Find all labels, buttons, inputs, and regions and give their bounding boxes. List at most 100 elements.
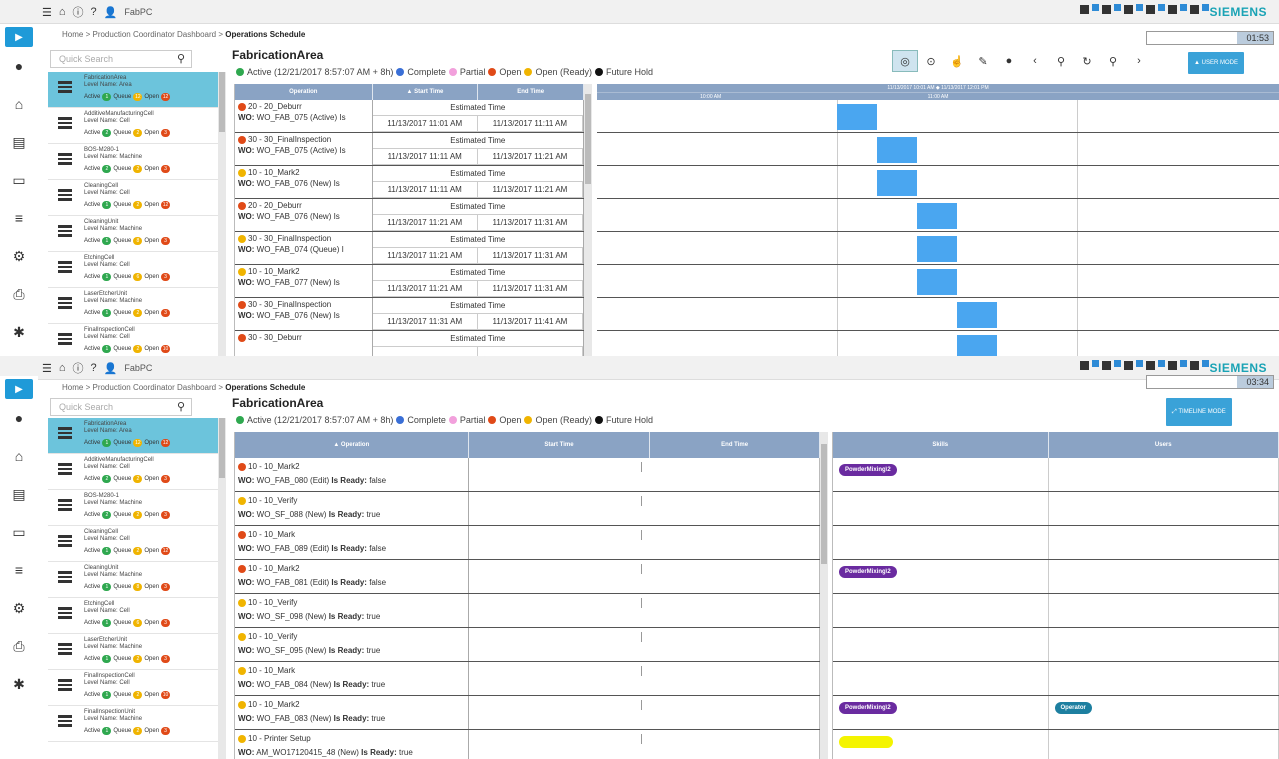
zoom-in-icon[interactable]: ⚲ [1048, 50, 1074, 72]
menu-icon[interactable]: ☰ [42, 6, 52, 19]
table-row[interactable]: 10 - 10_Mark2 WO: WO_FAB_080 (Edit) Is Re… [235, 458, 820, 492]
grid-scrollbar[interactable] [584, 84, 592, 356]
machine-list-item[interactable]: EtchingCell Level Name: Cell Active 1 Queu… [48, 252, 218, 288]
info-nav-icon[interactable]: ● [0, 47, 38, 85]
prev-icon[interactable]: ‹ [1022, 50, 1048, 72]
refresh-icon[interactable]: ↻ [1074, 50, 1100, 72]
table-row[interactable]: 10 - Printer Setup WO: AM_WO17120415_48 (… [235, 730, 820, 759]
zoom-out-icon[interactable]: ⚲ [1100, 50, 1126, 72]
info-icon[interactable]: ⓘ [73, 4, 84, 20]
machine-list-item[interactable]: CleaningCell Level Name: Cell Active 1 Que… [48, 526, 218, 562]
skill-badge[interactable]: PowderMixing\2 [839, 464, 897, 476]
table-row[interactable]: 20 - 20_Deburr WO: WO_FAB_076 (New) Is Est… [235, 199, 584, 232]
machine-list-item[interactable]: BOS-M280-1 Level Name: Machine Active 2 Qu… [48, 490, 218, 526]
menu-icon[interactable]: ☰ [42, 362, 52, 375]
skill-badge[interactable]: SlicePrinting\2 [839, 736, 893, 748]
pencil-tool-icon[interactable]: ✎ [970, 50, 996, 72]
machine-list-item[interactable]: CleaningUnit Level Name: Machine Active 1 … [48, 562, 218, 598]
gantt-bar[interactable] [957, 302, 997, 328]
table-row[interactable]: 10 - 10_Verify WO: WO_SF_098 (New) Is Rea… [235, 594, 820, 628]
table-row[interactable]: 20 - 20_Deburr WO: WO_FAB_075 (Active) Is… [235, 100, 584, 133]
table-row[interactable]: 10 - 10_Mark2 WO: WO_FAB_083 (New) Is Rea… [235, 696, 820, 730]
col-end[interactable]: End Time [478, 84, 584, 100]
grid-scrollbar[interactable] [820, 432, 828, 759]
table-row[interactable]: 10 - 10_Mark2 WO: WO_FAB_081 (Edit) Is Re… [235, 560, 820, 594]
table-row[interactable]: 30 - 30_Deburr Estimated Time [235, 331, 584, 356]
col-operation[interactable]: Operation [235, 84, 373, 100]
machine-list-item[interactable]: EtchingCell Level Name: Cell Active 1 Queu… [48, 598, 218, 634]
book-nav-icon[interactable]: ▤ [0, 123, 38, 161]
home-icon[interactable]: ⌂ [59, 6, 66, 18]
breadcrumb-home[interactable]: Home [62, 30, 83, 39]
machine-list-item[interactable]: AdditiveManufacturingCell Level Name: Cel… [48, 454, 218, 490]
table-row[interactable]: 10 - 10_Mark2 WO: WO_FAB_077 (New) Is Esti… [235, 265, 584, 298]
col-operation[interactable]: ▲ Operation [235, 432, 469, 458]
gantt-bar[interactable] [877, 170, 917, 196]
gantt-bar[interactable] [917, 269, 957, 295]
help-icon[interactable]: ? [91, 6, 97, 18]
target-tool-icon[interactable]: ⊙ [918, 50, 944, 72]
expand-nav-button[interactable]: ▶ [5, 379, 33, 399]
gears-nav-icon[interactable]: ⚙ [0, 237, 38, 275]
breadcrumb-dashboard[interactable]: Production Coordinator Dashboard [92, 383, 216, 392]
table-row[interactable]: 30 - 30_FinalInspection WO: WO_FAB_074 (Q… [235, 232, 584, 265]
machine-list-scrollbar[interactable] [218, 72, 226, 356]
dot-tool-icon[interactable]: ● [996, 50, 1022, 72]
search-icon[interactable]: ⚲ [177, 52, 185, 65]
machine-list-item[interactable]: LaserEtcherUnit Level Name: Machine Active… [48, 288, 218, 324]
machine-list-item[interactable]: CleaningUnit Level Name: Machine Active 1 … [48, 216, 218, 252]
table-row[interactable]: 10 - 10_Mark2 WO: WO_FAB_076 (New) Is Esti… [235, 166, 584, 199]
table-row[interactable]: 10 - 10_Verify WO: WO_SF_095 (New) Is Rea… [235, 628, 820, 662]
machine-list-item[interactable]: FinalInspectionCell Level Name: Cell Activ… [48, 324, 218, 356]
machine-list-scrollbar[interactable] [218, 418, 226, 759]
machine-list-item[interactable]: AdditiveManufacturingCell Level Name: Cel… [48, 108, 218, 144]
machine-list-item[interactable]: BOS-M280-1 Level Name: Machine Active 2 Qu… [48, 144, 218, 180]
gantt-bar[interactable] [917, 203, 957, 229]
info-icon[interactable]: ⓘ [73, 360, 84, 376]
monitor-nav-icon[interactable]: ▭ [0, 161, 38, 199]
search-input[interactable]: Quick Search ⚲ [50, 50, 192, 68]
breadcrumb-dashboard[interactable]: Production Coordinator Dashboard [92, 30, 216, 39]
gantt-bar[interactable] [957, 335, 997, 356]
table-row[interactable]: 10 - 10_Verify WO: WO_SF_088 (New) Is Rea… [235, 492, 820, 526]
gears-nav-icon[interactable]: ⚙ [0, 589, 38, 627]
machine-list-item[interactable]: CleaningCell Level Name: Cell Active 1 Que… [48, 180, 218, 216]
user-mode-button[interactable]: ▲ USER MODE [1188, 52, 1244, 74]
monitor-nav-icon[interactable]: ▭ [0, 513, 38, 551]
breadcrumb-home[interactable]: Home [62, 383, 83, 392]
col-start[interactable]: ▲ Start Time [373, 84, 479, 100]
user-icon[interactable]: 👤 [104, 362, 118, 375]
table-row[interactable]: 10 - 10_Mark WO: WO_FAB_084 (New) Is Read… [235, 662, 820, 696]
user-badge[interactable]: Operator [1054, 702, 1092, 714]
select-tool-icon[interactable]: ◎ [892, 50, 918, 72]
search-icon[interactable]: ⚲ [177, 400, 185, 413]
list-nav-icon[interactable]: ≡ [0, 551, 38, 589]
help-icon[interactable]: ? [91, 362, 97, 374]
skill-badge[interactable]: PowderMixing\2 [839, 702, 897, 714]
settings-nav-icon[interactable]: ✱ [0, 665, 38, 703]
home-nav-icon[interactable]: ⌂ [0, 437, 38, 475]
col-end[interactable]: End Time [650, 432, 820, 458]
gantt-bar[interactable] [837, 104, 877, 130]
hand-tool-icon[interactable]: ☝ [944, 50, 970, 72]
next-icon[interactable]: › [1126, 50, 1152, 72]
machine-list-item[interactable]: FabricationArea Level Name: Area Active 1 … [48, 418, 218, 454]
table-row[interactable]: 30 - 30_FinalInspection WO: WO_FAB_075 (A… [235, 133, 584, 166]
machine-list-item[interactable]: FabricationArea Level Name: Area Active 1 … [48, 72, 218, 108]
col-start[interactable]: Start Time [469, 432, 651, 458]
book-nav-icon[interactable]: ▤ [0, 475, 38, 513]
skill-badge[interactable]: PowderMixing\2 [839, 566, 897, 578]
user-icon[interactable]: 👤 [104, 6, 118, 19]
col-skills[interactable]: Skills [833, 432, 1049, 458]
settings-nav-icon[interactable]: ✱ [0, 313, 38, 351]
expand-nav-button[interactable]: ▶ [5, 27, 33, 47]
machine-list-item[interactable]: LaserEtcherUnit Level Name: Machine Active… [48, 634, 218, 670]
printer-nav-icon[interactable]: ⎙ [0, 275, 38, 313]
machine-list-item[interactable]: FinalInspectionCell Level Name: Cell Activ… [48, 670, 218, 706]
gantt-bar[interactable] [877, 137, 917, 163]
home-icon[interactable]: ⌂ [59, 362, 66, 374]
search-input[interactable]: Quick Search ⚲ [50, 398, 192, 416]
gantt-bar[interactable] [917, 236, 957, 262]
col-users[interactable]: Users [1049, 432, 1279, 458]
printer-nav-icon[interactable]: ⎙ [0, 627, 38, 665]
